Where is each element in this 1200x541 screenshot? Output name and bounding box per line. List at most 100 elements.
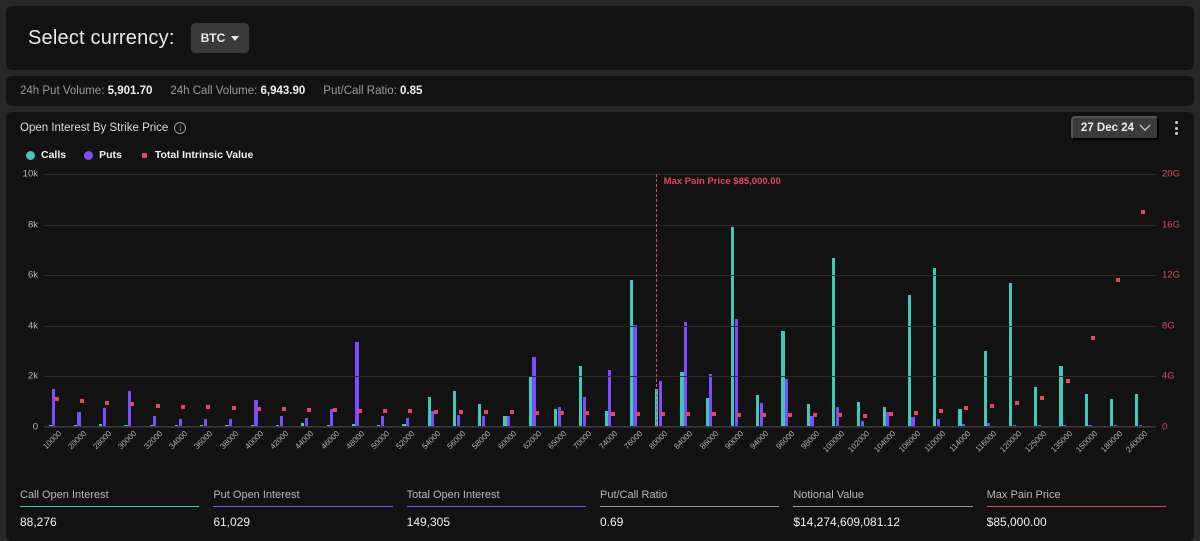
x-axis-tick-label: 70000 — [571, 429, 594, 452]
kebab-menu-icon[interactable] — [1169, 117, 1184, 139]
call-bar — [832, 257, 836, 427]
calls-color-swatch — [26, 150, 35, 160]
x-axis-tick-label: 96000 — [773, 429, 796, 452]
intrinsic-value-point — [635, 411, 640, 416]
y2-axis-tick-label: 0 — [1162, 421, 1168, 433]
x-axis-tick-label: 54000 — [419, 429, 443, 452]
x-axis-tick-label: 38000 — [217, 429, 240, 452]
intrinsic-value-point — [1090, 336, 1095, 341]
currency-select-button[interactable]: BTC — [190, 23, 250, 53]
y2-axis-tick-label: 16G — [1162, 219, 1180, 231]
info-icon[interactable]: i — [174, 122, 187, 134]
legend-item-calls[interactable]: Calls — [26, 149, 66, 161]
intrinsic-value-point — [484, 410, 489, 415]
expiry-date-value: 27 Dec 24 — [1080, 122, 1134, 134]
call-bar — [933, 267, 937, 427]
intrinsic-value-point — [155, 403, 160, 408]
put-bar — [127, 391, 132, 427]
max-pain-label: Max Pain Price $85,000.00 — [663, 176, 781, 187]
put-volume-value: 5,901.70 — [107, 85, 153, 97]
max-pain-line: Max Pain Price $85,000.00 — [655, 174, 781, 427]
intrinsic-value-point — [307, 407, 312, 412]
call-bar — [1110, 399, 1114, 427]
call-bar — [1008, 282, 1013, 427]
x-axis-tick-label: 65000 — [546, 429, 569, 452]
stat-card: Total Open Interest 149,305 — [406, 489, 600, 529]
intrinsic-value-point — [888, 412, 893, 417]
call-bar — [1034, 386, 1038, 427]
call-bar — [907, 295, 911, 427]
plot-canvas: 0 2k 4k 6k 8k 10k 0 4G 8G 12G 16G 20G Max Pain Price… — [23, 169, 1180, 433]
y-axis-tick-label: 2k — [27, 370, 38, 382]
stat-card: Put/Call Ratio 0.69 — [599, 489, 793, 529]
stat-label: Max Pain Price — [986, 489, 1061, 501]
stat-label: Put/Call Ratio — [599, 489, 668, 501]
put-bar — [254, 400, 258, 427]
x-axis-tick-label: 104000 — [871, 429, 897, 455]
put-volume-label: 24h Put Volume: — [20, 85, 105, 97]
currency-label: Select currency: — [28, 26, 175, 49]
x-axis-tick-label: 102000 — [846, 429, 872, 455]
intrinsic-value-point — [661, 411, 666, 416]
x-axis-tick-label: 110000 — [922, 429, 948, 454]
stat-rule — [599, 506, 780, 507]
intrinsic-value-point — [1040, 395, 1045, 400]
intrinsic-value-point — [1116, 278, 1121, 283]
volume-summary-bar: 24h Put Volume: 5,901.70 24h Call Volume… — [6, 76, 1194, 106]
x-axis-tick-label: 80000 — [647, 429, 670, 452]
intrinsic-value-point — [838, 413, 843, 418]
x-axis-tick-label: 36000 — [192, 429, 215, 452]
chart-title: Open Interest By Strike Price — [20, 122, 169, 134]
puts-color-swatch — [84, 150, 94, 160]
expiry-date-select[interactable]: 27 Dec 24 — [1070, 116, 1159, 140]
x-axis-tick-label: 34000 — [167, 429, 190, 452]
gridline — [44, 376, 1156, 378]
x-axis-tick-label: 20000 — [66, 429, 89, 452]
call-volume-label: 24h Call Volume: — [170, 85, 258, 97]
call-bar — [1059, 366, 1063, 427]
chart-header-controls: 27 Dec 24 — [1070, 116, 1184, 140]
chart-header: Open Interest By Strike Price i 27 Dec 2… — [6, 112, 1194, 144]
x-axis-tick-label: 58000 — [470, 429, 493, 452]
currency-select-value: BTC — [200, 31, 226, 45]
call-bar — [1135, 394, 1139, 427]
legend-label-intrinsic-value: Total Intrinsic Value — [154, 149, 254, 161]
put-bar — [102, 408, 106, 427]
y-axis-tick-label: 10k — [22, 168, 38, 180]
gridline — [44, 224, 1156, 226]
x-axis-tick-label: 180000 — [1099, 429, 1125, 455]
x-axis-tick-label: 50000 — [369, 429, 392, 452]
intrinsic-value-point — [762, 412, 767, 417]
put-bar — [532, 357, 536, 427]
intrinsic-value-point — [1141, 209, 1146, 214]
intrinsic-value-point — [54, 397, 59, 402]
x-axis-tick-label: 30000 — [116, 429, 139, 452]
stat-card: Max Pain Price $85,000.00 — [986, 489, 1180, 529]
intrinsic-value-point — [610, 411, 615, 416]
legend-item-puts[interactable]: Puts — [84, 149, 122, 161]
put-bar — [785, 378, 789, 427]
intrinsic-value-point — [79, 399, 84, 404]
put-bar — [734, 319, 738, 427]
intrinsic-value-point — [1065, 379, 1070, 384]
intrinsic-value-point — [711, 412, 716, 417]
stat-card: Notional Value $14,274,609,081.12 — [793, 489, 986, 529]
intrinsic-value-point — [989, 403, 994, 408]
x-axis-tick-label: 28000 — [91, 429, 114, 452]
intrinsic-value-point — [964, 406, 969, 411]
intrinsic-value-point — [206, 405, 211, 410]
put-bar — [52, 389, 56, 427]
intrinsic-value-point — [130, 402, 135, 407]
y2-axis-tick-label: 8G — [1162, 320, 1175, 332]
intrinsic-value-color-swatch — [141, 152, 147, 158]
legend-item-intrinsic-value[interactable]: Total Intrinsic Value — [140, 149, 253, 161]
call-volume-stat: 24h Call Volume: 6,943.90 — [170, 85, 305, 97]
x-axis-tick-label: 94000 — [748, 429, 771, 452]
put-bar — [355, 342, 359, 427]
stat-rule — [406, 506, 586, 507]
gridline — [44, 275, 1156, 277]
chevron-down-icon — [231, 35, 240, 41]
intrinsic-value-point — [686, 412, 691, 417]
chart-legend: Calls Puts Total Intrinsic Value — [6, 144, 1194, 166]
intrinsic-value-point — [256, 406, 261, 411]
